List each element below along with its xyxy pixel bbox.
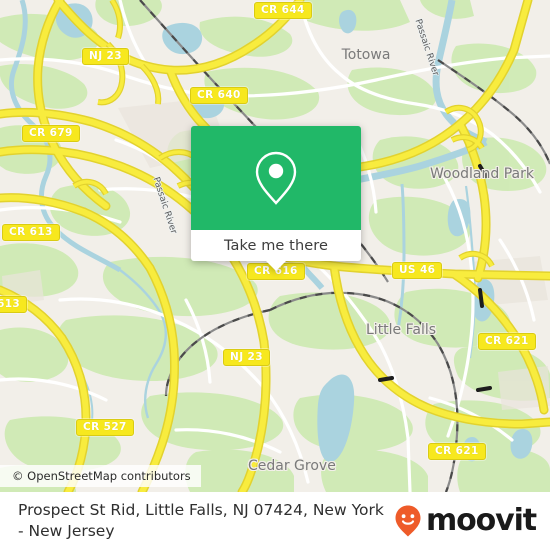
- moovit-map-screenshot: Totowa Woodland Park Little Falls Cedar …: [0, 0, 550, 550]
- road-shield-us-46[interactable]: US 46: [392, 262, 443, 279]
- moovit-smiling-pin-icon: [395, 505, 421, 537]
- road-shield-cr-640[interactable]: CR 640: [190, 87, 248, 104]
- moovit-wordmark: moovit: [425, 503, 537, 538]
- road-shield-cr-679[interactable]: CR 679: [22, 125, 80, 142]
- road-shield-nj-23[interactable]: NJ 23: [82, 48, 129, 65]
- map-pin-icon: [255, 151, 297, 205]
- road-shield-cr-621[interactable]: CR 621: [478, 333, 536, 350]
- moovit-logo[interactable]: moovit: [393, 503, 537, 538]
- take-me-there-label: Take me there: [223, 237, 329, 254]
- road-shield-cr-644[interactable]: CR 644: [254, 2, 312, 19]
- card-pointer-tail: [265, 260, 287, 271]
- take-me-there-card[interactable]: Take me there: [191, 126, 361, 271]
- osm-attribution[interactable]: © OpenStreetMap contributors: [0, 465, 201, 487]
- map-canvas[interactable]: Totowa Woodland Park Little Falls Cedar …: [0, 0, 550, 492]
- road-shield-cr-621-b[interactable]: CR 621: [428, 443, 486, 460]
- road-shield-nj-23-b[interactable]: NJ 23: [223, 349, 270, 366]
- road-shield-cr-613[interactable]: CR 613: [2, 224, 60, 241]
- location-title: Prospect St Rid, Little Falls, NJ 07424,…: [18, 501, 384, 540]
- road-shield-cr-527[interactable]: CR 527: [76, 419, 134, 436]
- take-me-there-button[interactable]: Take me there: [191, 230, 361, 261]
- footer-bar: Prospect St Rid, Little Falls, NJ 07424,…: [0, 492, 550, 550]
- card-image-area: [191, 126, 361, 230]
- road-shield-cr-613-b[interactable]: 613: [0, 296, 28, 313]
